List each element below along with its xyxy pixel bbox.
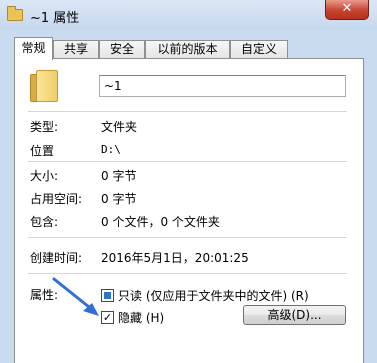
tab-general-label: 常规 [21,41,46,55]
annotation-arrow-icon [52,277,99,316]
tab-general[interactable]: 常规 [14,37,53,60]
